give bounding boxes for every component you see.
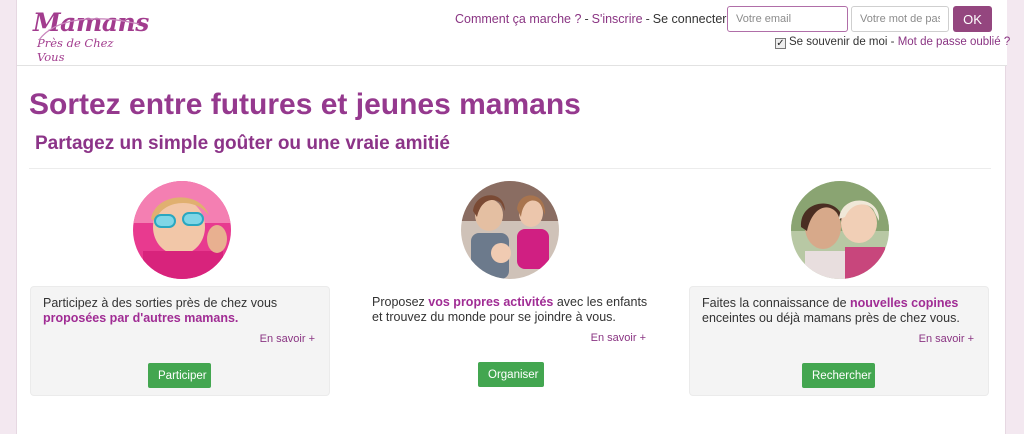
email-input[interactable] [727,6,848,32]
page: Mamans Près de Chez Vous Comment ça marc… [16,0,1011,434]
page-subtitle: Partagez un simple goûter ou une vraie a… [35,133,450,154]
learn-more-link[interactable]: En savoir + [591,332,646,344]
remember-me-checkbox[interactable]: ✓ [775,38,786,49]
login-ok-button[interactable]: OK [953,6,992,32]
organize-button[interactable]: Organiser [478,362,544,387]
header: Mamans Près de Chez Vous Comment ça marc… [17,0,1011,66]
logo[interactable]: Mamans Près de Chez Vous [33,10,149,65]
photo-participate [133,181,231,279]
password-input[interactable] [851,6,949,32]
feature-text: Faites la connaissance de nouvelles copi… [702,296,960,325]
photo-find-friends [791,181,889,279]
learn-more-link[interactable]: En savoir + [919,333,974,345]
signup-link[interactable]: S'inscrire [592,12,643,26]
feature-card-participate: Participez à des sorties près de chez vo… [30,286,330,396]
feature-text: Proposez vos propres activités avec les … [372,295,648,324]
how-it-works-link[interactable]: Comment ça marche ? [455,12,581,26]
remember-me-label: Se souvenir de moi [789,36,888,48]
login-label: Se connecter [652,12,727,26]
feature-text: Participez à des sorties près de chez vo… [43,296,278,325]
divider [29,168,991,169]
forgot-password-link[interactable]: Mot de passe oublié ? [898,36,1011,48]
photo-organize [461,181,559,279]
logo-swash-icon [38,18,140,41]
search-button[interactable]: Rechercher [802,363,875,388]
top-links: Comment ça marche ? - S'inscrire - Se connec… [455,12,727,26]
remember-me-row: ✓ Se souvenir de moi - Mot de passe oubli… [775,36,1011,49]
feature-card-find-friends: Faites la connaissance de nouvelles copi… [689,286,989,396]
page-title: Sortez entre futures et jeunes mamans [29,88,581,121]
learn-more-link[interactable]: En savoir + [260,333,315,345]
feature-card-organize: Proposez vos propres activités avec les … [360,286,660,396]
participate-button[interactable]: Participer [148,363,211,388]
